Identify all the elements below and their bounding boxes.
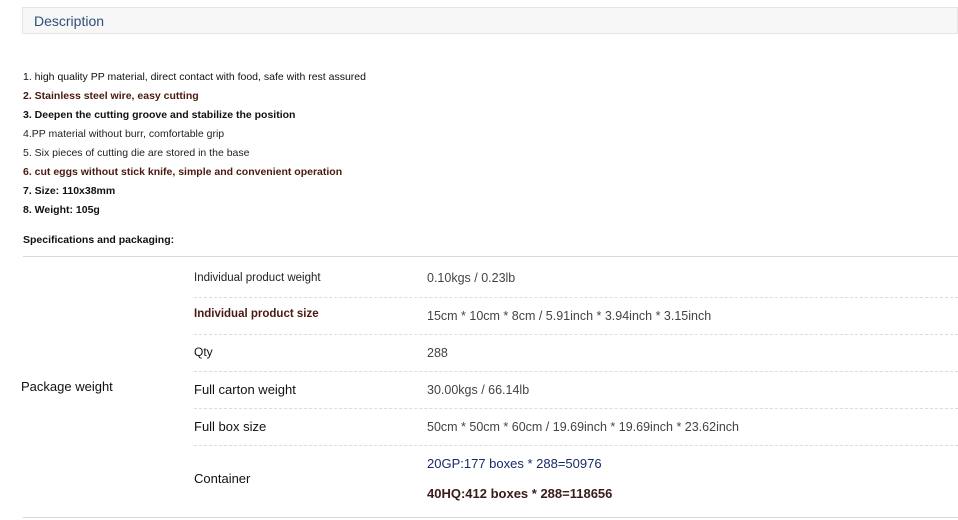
section-title: Description (34, 13, 105, 29)
feature-item: 4.PP material without burr, comfortable … (23, 128, 225, 140)
feature-item: 5. Six pieces of cutting die are stored … (23, 147, 250, 159)
feature-item: 6. cut eggs without stick knife, simple … (23, 166, 343, 178)
row-label: Full box size (194, 419, 267, 434)
feature-item: 3. Deepen the cutting groove and stabili… (23, 109, 296, 121)
table-row: Individual product weight 0.10kgs / 0.23… (194, 257, 958, 298)
table-row: Container 20GP:177 boxes * 288=50976 40H… (194, 446, 958, 516)
row-label: Full carton weight (194, 382, 296, 397)
row-value: 15cm * 10cm * 8cm / 5.91inch * 3.94inch … (427, 309, 712, 323)
feature-item: 8. Weight: 105g (23, 204, 100, 216)
row-value: 50cm * 50cm * 60cm / 19.69inch * 19.69in… (427, 420, 739, 434)
feature-item: 2. Stainless steel wire, easy cutting (23, 90, 199, 102)
table-row: Full carton weight 30.00kgs / 66.14lb (194, 372, 958, 409)
row-label: Individual product weight (194, 272, 321, 284)
feature-item: 1. high quality PP material, direct cont… (23, 71, 366, 83)
row-value: 0.10kgs / 0.23lb (427, 271, 516, 285)
row-value: 288 (427, 346, 448, 360)
table-row: Individual product size 15cm * 10cm * 8c… (194, 298, 958, 335)
container-20gp-value: 20GP:177 boxes * 288=50976 (427, 456, 602, 471)
package-weight-label: Package weight (21, 379, 113, 394)
description-header: Description (22, 7, 958, 34)
feature-item: 7. Size: 110x38mm (23, 185, 116, 197)
table-row: Qty 288 (194, 335, 958, 372)
feature-list: 1. high quality PP material, direct cont… (23, 68, 366, 220)
container-40hq-value: 40HQ:412 boxes * 288=118656 (427, 486, 613, 501)
table-row: Full box size 50cm * 50cm * 60cm / 19.69… (194, 409, 958, 446)
row-label: Qty (194, 345, 213, 359)
row-value: 30.00kgs / 66.14lb (427, 383, 530, 397)
row-label: Container (194, 471, 251, 486)
row-label: Individual product size (194, 308, 319, 320)
specs-heading: Specifications and packaging: (23, 234, 175, 246)
spec-table: Package weight Individual product weight… (21, 256, 958, 518)
